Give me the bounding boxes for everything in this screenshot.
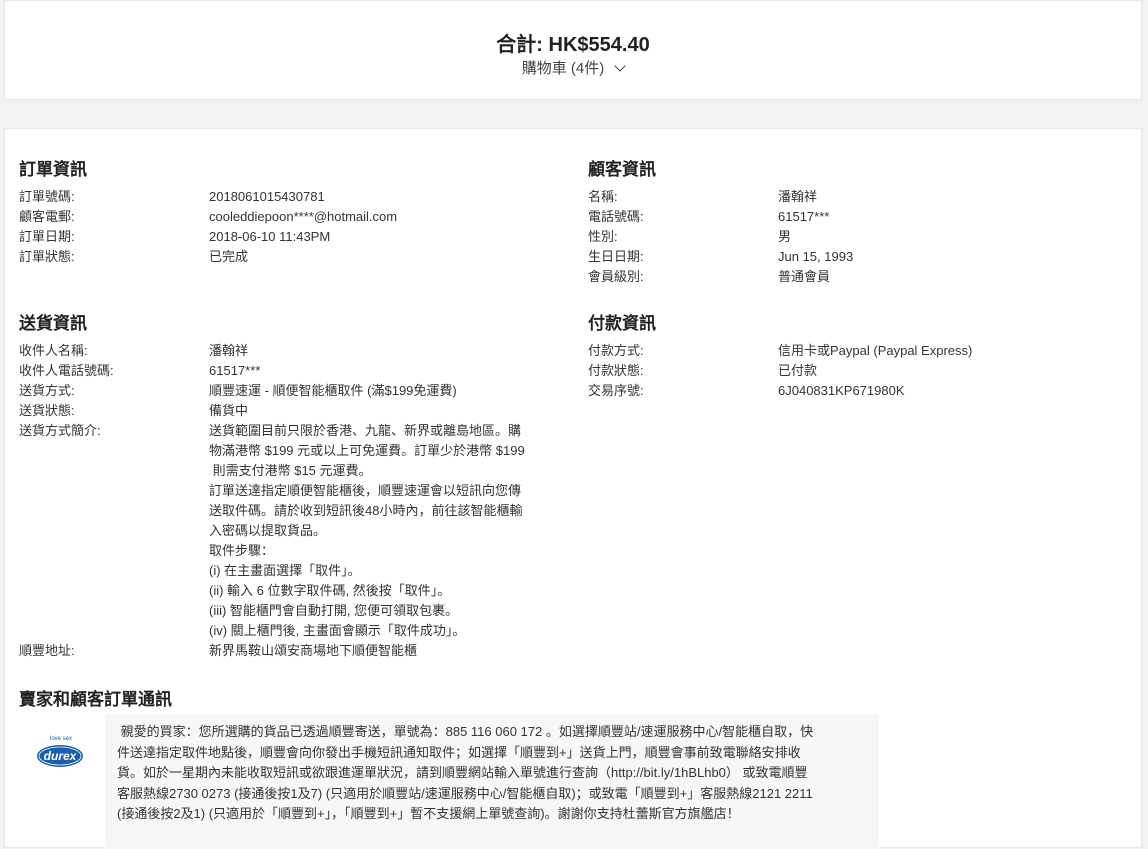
description-line: 送取件碼。請於收到短訊後48小時內，前往該智能櫃輸: [209, 503, 523, 518]
recipient-name-label: 收件人名稱:: [19, 343, 88, 358]
customer-email-label: 顧客電郵:: [19, 209, 75, 224]
customer-gender-value: 男: [778, 229, 792, 244]
order-total: 合計: HK$554.40: [496, 34, 650, 56]
payment-status-label: 付款狀態:: [588, 363, 644, 378]
customer-name-label: 名稱:: [588, 189, 618, 204]
description-line: (iv) 關上櫃門後, 主畫面會顯示「取件成功」。: [209, 623, 466, 638]
description-line: 入密碼以提取貨品。: [209, 523, 327, 538]
description-line: 送貨範圍目前只限於香港、九龍、新界或離島地區。購: [209, 423, 522, 438]
customer-phone-value: 61517***: [778, 209, 830, 224]
payment-info-title: 付款資訊: [588, 314, 656, 333]
description-line: 物滿港幣 $199 元或以上可免運費。訂單少於港幣 $199: [209, 443, 525, 458]
shipping-info-title: 送貨資訊: [19, 314, 87, 333]
shipping-description: 送貨範圍目前只限於香港、九龍、新界或離島地區。購 物滿港幣 $199 元或以上可…: [209, 421, 553, 641]
payment-method-value: 信用卡或Paypal (Paypal Express): [778, 343, 973, 358]
recipient-phone-label: 收件人電話號碼:: [19, 363, 114, 378]
payment-method-label: 付款方式:: [588, 343, 644, 358]
order-date-label: 訂單日期:: [19, 229, 75, 244]
sf-address-value: 新界馬鞍山頌安商場地下順便智能櫃: [209, 643, 418, 658]
order-date-value: 2018-06-10 11:43PM: [209, 229, 331, 244]
chevron-down-icon: [614, 60, 626, 72]
member-level-label: 會員級別:: [588, 269, 644, 284]
member-level-value: 普通會員: [778, 269, 831, 284]
cart-toggle-label: 購物車 (4件): [521, 60, 605, 77]
customer-phone-label: 電話號碼:: [588, 209, 644, 224]
transaction-id-value: 6J040831KP671980K: [778, 383, 905, 398]
shipping-method-value: 順豐速運 - 順便智能櫃取件 (滿$199免運費): [209, 383, 457, 398]
description-line: 訂單送達指定順便智能櫃後，順豐速運會以短訊向您傳: [209, 483, 522, 498]
customer-email-value: cooleddiepoon****@hotmail.com: [209, 209, 398, 224]
cart-toggle-button[interactable]: 購物車 (4件): [5, 57, 1141, 78]
shipping-status-value: 備貨中: [209, 403, 249, 418]
shipping-method-label: 送貨方式:: [19, 383, 75, 398]
description-line: (i) 在主畫面選擇「取件」。: [209, 563, 361, 578]
description-line: 取件步驟：: [209, 543, 275, 558]
customer-gender-label: 性別:: [588, 229, 618, 244]
order-number-value: 2018061015430781: [209, 189, 325, 204]
order-status-value: 已完成: [209, 249, 249, 264]
customer-info-title: 顧客資訊: [588, 160, 656, 179]
shipping-status-label: 送貨狀態:: [19, 403, 75, 418]
sf-address-label: 順豐地址:: [19, 643, 75, 658]
recipient-name-value: 潘翰祥: [209, 343, 249, 358]
transaction-id-label: 交易序號:: [588, 383, 644, 398]
customer-name-value: 潘翰祥: [778, 189, 818, 204]
message-line: 親愛的買家：您所選購的貨品已透過順豐寄送，單號為：885 116 060 172…: [117, 724, 814, 739]
message-line: (接通後按2及1) (只適用於「順豐到+」，「順豐到+」暫不支援網上單號查詢)。…: [117, 806, 740, 822]
seller-message: 親愛的買家：您所選購的貨品已透過順豐寄送，單號為：885 116 060 172…: [105, 714, 879, 849]
logo-tagline: love sex: [50, 736, 72, 742]
order-detail-card: 訂單資訊 訂單號碼: 2018061015430781 顧客電郵: cooled…: [4, 128, 1142, 849]
description-line: (iii) 智能櫃門會自動打開, 您便可領取包裹。: [209, 603, 459, 618]
description-line: (ii) 輸入 6 位數字取件碼, 然後按「取件」。: [209, 583, 451, 598]
order-info-title: 訂單資訊: [19, 160, 87, 179]
message-line: 貨。如於一星期內未能收取短訊或欲跟進運單狀況，請到順豐網站輸入單號進行查詢（ht…: [117, 765, 808, 781]
order-status-label: 訂單狀態:: [19, 249, 75, 264]
order-number-label: 訂單號碼:: [19, 189, 75, 204]
order-summary-card: 合計: HK$554.40 購物車 (4件): [4, 0, 1142, 100]
communication-title: 賣家和顧客訂單通訊: [19, 690, 172, 709]
logo-text: durex: [44, 749, 78, 763]
durex-logo: love sex durex: [37, 736, 83, 767]
payment-status-value: 已付款: [778, 363, 818, 378]
message-line: 客服熱線2730 0273 (接通後按1及7) (只適用於順豐站/速運服務中心/…: [117, 785, 813, 801]
message-line: 件送達指定取件地點後，順豐會向你發出手機短訊通知取件；如選擇「順豐到+」送貨上門…: [117, 744, 801, 760]
customer-birthday-label: 生日日期:: [588, 249, 644, 264]
customer-birthday-value: Jun 15, 1993: [778, 249, 854, 264]
recipient-phone-value: 61517***: [209, 363, 261, 378]
description-line: 則需支付港幣 $15 元運費。: [209, 463, 372, 478]
shipping-description-label: 送貨方式簡介:: [19, 423, 101, 438]
